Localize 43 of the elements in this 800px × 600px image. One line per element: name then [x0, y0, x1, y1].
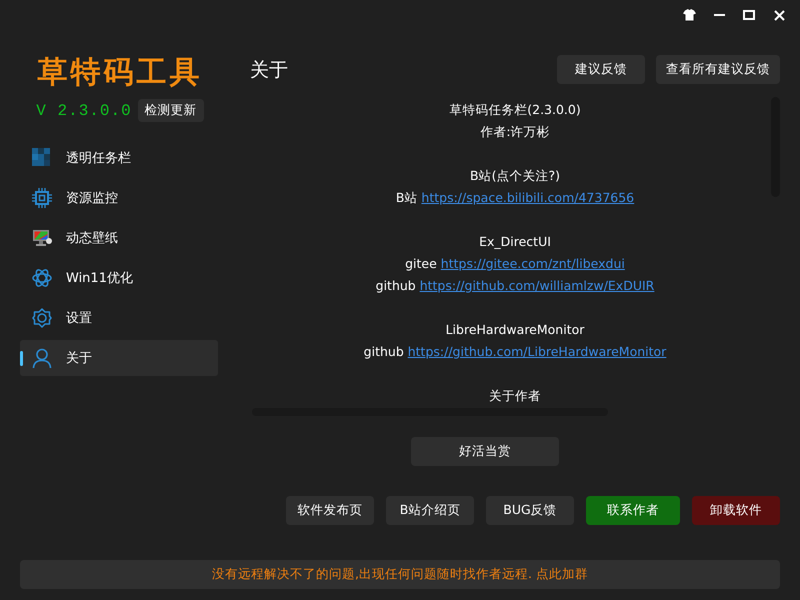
link-label: github — [376, 278, 417, 293]
chip-icon — [32, 188, 52, 208]
link-label: github — [364, 344, 405, 359]
feedback-button[interactable]: 建议反馈 — [557, 55, 645, 84]
link[interactable]: https://github.com/williamlzw/ExDUIR — [420, 278, 654, 293]
about-text: 作者:许万彬 — [480, 123, 550, 141]
sidebar-item[interactable]: 资源监控 — [20, 180, 218, 216]
minimize-icon — [714, 14, 724, 16]
person-icon — [32, 348, 52, 368]
about-text: 关于作者 — [489, 387, 541, 405]
footer-button[interactable]: B站介绍页 — [386, 496, 474, 525]
version-text: V 2.3.0.0 — [36, 102, 132, 120]
footer-button[interactable]: 软件发布页 — [286, 496, 374, 525]
feedback-button[interactable]: 查看所有建议反馈 — [656, 55, 780, 84]
reward-button[interactable]: 好活当赏 — [411, 437, 559, 466]
footer-button[interactable]: 卸载软件 — [692, 496, 780, 525]
about-text: Ex_DirectUI — [479, 233, 551, 251]
check-update-button[interactable]: 检测更新 — [138, 99, 204, 122]
sidebar-item[interactable]: Win11优化 — [20, 260, 218, 296]
link[interactable]: https://space.bilibili.com/4737656 — [421, 190, 634, 205]
link[interactable]: https://gitee.com/znt/libexdui — [440, 256, 625, 271]
link-label: B站 — [396, 190, 418, 205]
shirt-icon — [682, 9, 696, 21]
monitor-icon — [32, 228, 52, 248]
sidebar-item[interactable]: 设置 — [20, 300, 218, 336]
link[interactable]: https://github.com/LibreHardwareMonitor — [408, 344, 666, 359]
footer-button[interactable]: 联系作者 — [586, 496, 680, 525]
link-label: gitee — [405, 256, 438, 271]
about-text: LibreHardwareMonitor — [446, 321, 584, 339]
checkerboard-icon — [32, 148, 52, 168]
close-icon — [774, 10, 784, 20]
notice-banner[interactable]: 没有远程解决不了的问题,出现任何问题随时找作者远程. 点此加群 — [20, 560, 780, 589]
page-title: 关于 — [250, 58, 288, 82]
sidebar-item[interactable]: 透明任务栏 — [20, 140, 218, 176]
app-logo: 草特码工具 — [38, 54, 202, 92]
settings-icon — [32, 308, 52, 328]
footer-button[interactable]: BUG反馈 — [486, 496, 574, 525]
about-text: B站(点个关注?) — [470, 167, 560, 185]
sidebar-item[interactable]: 关于 — [20, 340, 218, 376]
maximize-icon — [743, 10, 755, 20]
about-text: 草特码任务栏(2.3.0.0) — [449, 101, 581, 119]
atom-icon — [32, 268, 52, 288]
sidebar-item[interactable]: 动态壁纸 — [20, 220, 218, 256]
